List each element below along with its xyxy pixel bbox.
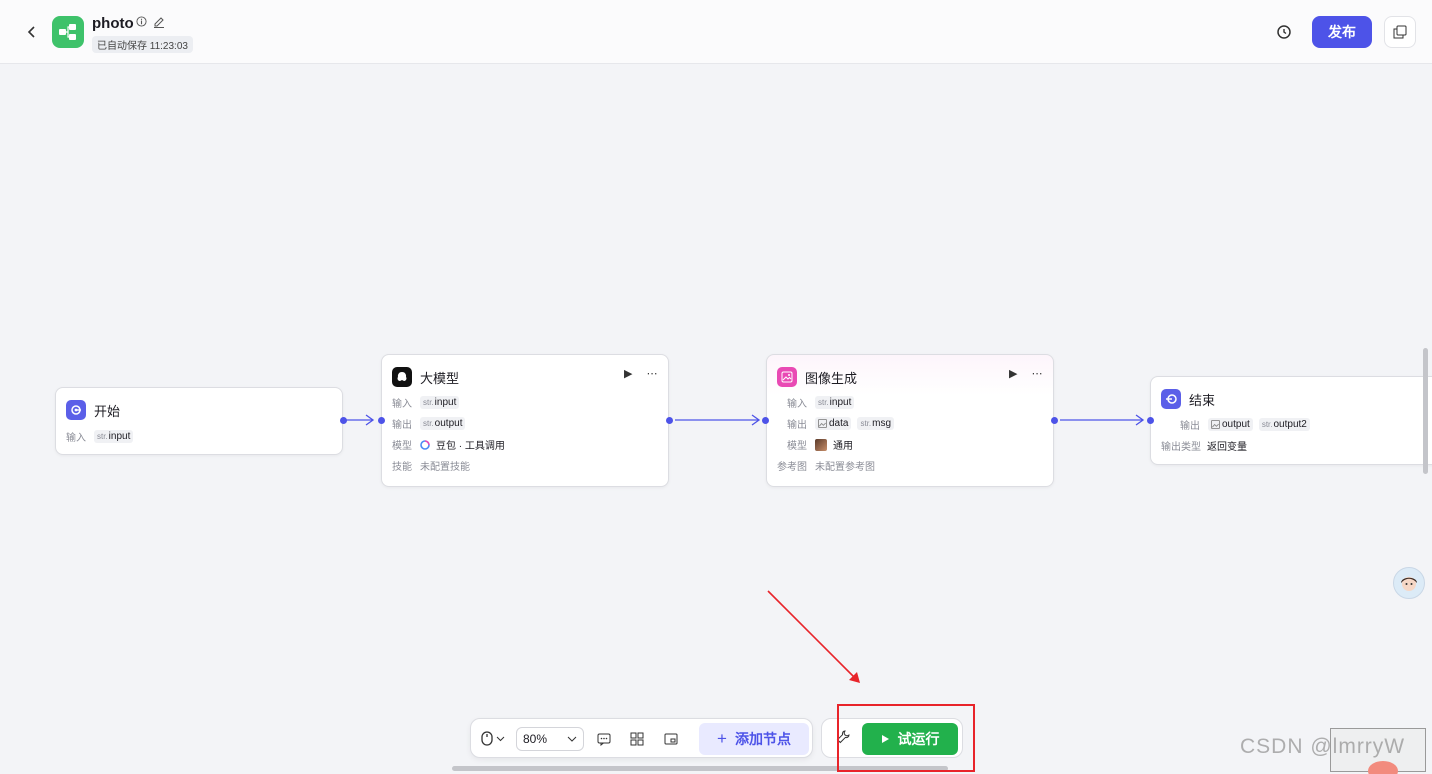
node-title: 大模型 (420, 370, 460, 386)
input-label: 输入 (392, 399, 412, 410)
skill-label: 技能 (392, 462, 412, 473)
model-value: 通用 (833, 441, 853, 452)
more-icon[interactable]: ⋯ (646, 367, 657, 380)
avatar-icon (1401, 577, 1417, 591)
model-label: 模型 (787, 441, 807, 452)
output-var-tag: output (1208, 418, 1253, 431)
llm-icon (392, 367, 412, 387)
output-label: 输出 (787, 420, 807, 431)
image-type-icon (818, 419, 827, 428)
run-node-icon[interactable]: ▶ (624, 367, 632, 380)
input-label: 输入 (66, 433, 86, 444)
input-label: 输入 (787, 399, 807, 410)
node-title: 结束 (1189, 392, 1216, 408)
run-node-icon[interactable]: ▶ (1009, 367, 1017, 380)
node-title: 开始 (94, 403, 121, 419)
image-type-icon (1211, 420, 1220, 429)
vertical-scrollbar[interactable] (1423, 348, 1428, 474)
start-icon (66, 400, 86, 420)
canvas-toolbar: 80% + 添加节点 (470, 718, 813, 758)
input-var-tag: str. input (815, 396, 855, 409)
skill-value: 未配置技能 (420, 462, 470, 473)
more-icon[interactable]: ⋯ (1031, 367, 1042, 380)
interaction-mode-dropdown[interactable] (481, 731, 505, 746)
output-kind-label: 输出类型 (1161, 442, 1201, 453)
mouse-icon (481, 731, 493, 746)
minimap-icon[interactable] (663, 731, 679, 747)
node-title: 图像生成 (805, 370, 858, 386)
model-thumbnail-icon (815, 438, 827, 451)
input-var-tag: str. input (420, 396, 460, 409)
end-node[interactable]: 结束 输出 output str. output2 输出类型 返回变量 (1150, 376, 1432, 465)
comment-icon[interactable] (596, 731, 612, 747)
add-node-label: 添加节点 (734, 731, 791, 747)
chevron-down-icon (567, 736, 577, 742)
model-label: 模型 (392, 441, 412, 452)
output-var-tag: data (815, 417, 852, 430)
output-label: 输出 (392, 420, 412, 431)
add-node-button[interactable]: + 添加节点 (699, 723, 809, 755)
annotation-arrow (767, 590, 859, 682)
watermark: CSDN @lmrryW (1240, 735, 1406, 758)
zoom-select[interactable]: 80% (516, 727, 584, 751)
output-var-tag: str. output2 (1258, 418, 1310, 431)
doubao-icon (420, 439, 430, 450)
reference-label: 参考图 (777, 462, 807, 473)
zoom-value: 80% (523, 732, 548, 746)
image-gen-node[interactable]: 图像生成 ▶ ⋯ 输入 str. input 输出 data str. msg 模型… (766, 354, 1054, 487)
plus-icon: + (717, 729, 727, 748)
end-input-port[interactable] (1147, 417, 1154, 424)
output-kind-value: 返回变量 (1207, 442, 1247, 453)
image-output-port[interactable] (1051, 417, 1058, 424)
model-value: 豆包 · 工具调用 (436, 441, 505, 452)
output-label: 输出 (1180, 421, 1200, 432)
end-icon (1161, 389, 1181, 409)
output-var-tag: str. output (420, 417, 466, 430)
llm-output-port[interactable] (666, 417, 673, 424)
llm-node[interactable]: 大模型 ▶ ⋯ 输入 str. input 输出 str. output 模型 豆包… (381, 354, 669, 487)
floating-widget-icon (1368, 761, 1398, 774)
chevron-down-icon (496, 736, 505, 742)
assistant-avatar[interactable] (1393, 567, 1425, 599)
input-var-tag: str. input (94, 430, 134, 443)
reference-value: 未配置参考图 (815, 462, 875, 473)
highlight-box (837, 704, 975, 772)
output-var-tag: str. msg (857, 417, 895, 430)
image-input-port[interactable] (762, 417, 769, 424)
layout-icon[interactable] (629, 731, 645, 747)
llm-input-port[interactable] (378, 417, 385, 424)
start-node[interactable]: 开始 输入 str. input (55, 387, 343, 455)
start-output-port[interactable] (340, 417, 347, 424)
image-icon (777, 367, 797, 387)
